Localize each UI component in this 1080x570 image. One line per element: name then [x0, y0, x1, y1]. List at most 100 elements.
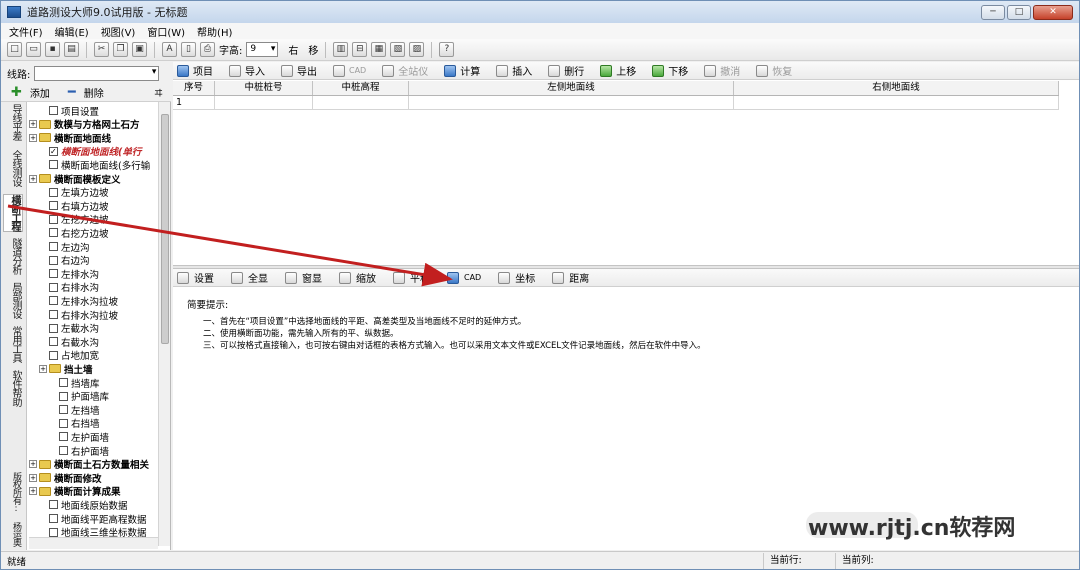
cell-index[interactable]: 1: [173, 96, 215, 109]
move-up-button[interactable]: 上移: [600, 63, 636, 78]
header-right-ground[interactable]: 右侧地面线: [734, 81, 1059, 95]
tree-item[interactable]: 项目设置: [49, 104, 99, 118]
tree-vertical-scrollbar[interactable]: [158, 102, 170, 546]
tree-item[interactable]: + 挡土墙: [39, 362, 93, 376]
tree-item[interactable]: 左边沟: [49, 240, 90, 254]
tree-item[interactable]: + 横断面计算成果: [29, 485, 121, 498]
expand-toggle-icon[interactable]: +: [29, 460, 37, 469]
checkbox-icon[interactable]: [49, 282, 58, 292]
move-down-button[interactable]: 下移: [652, 63, 688, 78]
open-folder-icon[interactable]: ▭: [26, 42, 41, 57]
pan-button[interactable]: 平移: [393, 270, 430, 285]
expand-toggle-icon[interactable]: +: [29, 487, 37, 496]
tree-item[interactable]: 左挖方边坡: [49, 213, 109, 226]
menu-file[interactable]: 文件(F): [9, 24, 43, 39]
vtab-full-line[interactable]: 全线测设: [3, 150, 23, 186]
tree-item[interactable]: 右排水沟拉坡: [49, 308, 118, 322]
project-button[interactable]: 项目: [177, 63, 213, 78]
header-index[interactable]: 序号: [173, 81, 215, 95]
tree-item[interactable]: + 横断面修改: [29, 471, 102, 485]
tree-item[interactable]: 右填方边坡: [49, 199, 109, 213]
tree-item[interactable]: 左护面墙: [59, 430, 109, 444]
paste-icon[interactable]: ▣: [132, 42, 147, 57]
cut-icon[interactable]: ✂: [94, 42, 109, 57]
tree-item[interactable]: 护面墙库: [59, 390, 109, 403]
minimize-button[interactable]: ─: [981, 5, 1005, 20]
save-icon[interactable]: ▪: [45, 42, 60, 57]
total-station-button[interactable]: 全站仪: [382, 63, 428, 78]
checkbox-icon[interactable]: [49, 214, 58, 224]
checkbox-icon[interactable]: [49, 160, 58, 170]
tree-item[interactable]: 横断面地面线(多行输: [49, 158, 150, 172]
tree-item[interactable]: 地面线平距高程数据: [49, 512, 147, 526]
delete-row-button[interactable]: 删行: [548, 63, 584, 78]
checkbox-icon[interactable]: [49, 350, 58, 360]
insert-button[interactable]: 插入: [496, 63, 532, 78]
checkbox-icon[interactable]: [49, 106, 58, 115]
checkbox-icon[interactable]: [59, 405, 68, 415]
vtab-traverse[interactable]: 导线平差: [3, 104, 23, 140]
tree-item[interactable]: 右排水沟: [49, 281, 99, 294]
checkbox-icon[interactable]: [59, 378, 68, 387]
tree-item[interactable]: + 数模与方格网土石方: [29, 118, 140, 131]
page-icon[interactable]: ▯: [181, 42, 196, 57]
tree-item[interactable]: 左填方边坡: [49, 186, 109, 199]
panel-icon[interactable]: ▨: [409, 42, 425, 57]
show-all-button[interactable]: 全显: [231, 270, 268, 285]
checkbox-icon[interactable]: [49, 500, 58, 510]
cell-elevation[interactable]: [313, 96, 409, 109]
tree-item[interactable]: 右边沟: [49, 254, 90, 267]
printer-icon[interactable]: ⎙: [200, 42, 215, 57]
text-icon[interactable]: A: [162, 42, 177, 57]
tree-item[interactable]: 左排水沟拉坡: [49, 294, 118, 308]
tree-item[interactable]: 左排水沟: [49, 267, 99, 281]
pin-icon[interactable]: ヰ: [154, 86, 163, 99]
checkbox-icon[interactable]: [59, 391, 68, 401]
copy-icon[interactable]: ❐: [113, 42, 128, 57]
minus-box-icon[interactable]: ⊟: [352, 42, 368, 57]
settings-button[interactable]: 设置: [177, 270, 214, 285]
checkbox-icon[interactable]: ✓: [49, 146, 58, 156]
expand-toggle-icon[interactable]: +: [29, 133, 37, 142]
align-right-label[interactable]: 右: [288, 42, 298, 57]
cell-left-ground[interactable]: [409, 96, 734, 109]
undo-button[interactable]: 撤消: [704, 63, 740, 78]
checkbox-icon[interactable]: [59, 418, 68, 428]
export-button[interactable]: 导出: [281, 63, 317, 78]
layout-icon[interactable]: ▥: [333, 42, 349, 57]
header-left-ground[interactable]: 左侧地面线: [409, 81, 734, 95]
tree-item[interactable]: 右护面墙: [59, 444, 109, 458]
menu-edit[interactable]: 编辑(E): [55, 24, 89, 39]
font-size-select[interactable]: 9: [246, 42, 279, 57]
checkbox-icon[interactable]: [59, 446, 68, 455]
calculate-button[interactable]: 计算: [444, 63, 480, 78]
close-button[interactable]: ✕: [1033, 5, 1073, 20]
menu-help[interactable]: 帮助(H): [197, 24, 232, 39]
distance-button[interactable]: 距离: [552, 270, 589, 285]
add-button[interactable]: 添加: [30, 85, 50, 100]
add-icon[interactable]: ✚: [11, 85, 22, 100]
line-select[interactable]: [34, 65, 160, 81]
tree-item[interactable]: + 横断面模板定义: [29, 172, 121, 186]
image-icon[interactable]: ▦: [371, 42, 387, 57]
checkbox-icon[interactable]: [49, 201, 58, 211]
vtab-cross-section[interactable]: 横断工程: [3, 194, 23, 232]
cad-view-button[interactable]: CAD: [447, 271, 481, 284]
menu-window[interactable]: 窗口(W): [147, 24, 185, 39]
scroll-thumb[interactable]: [161, 114, 169, 344]
checkbox-icon[interactable]: [49, 269, 58, 279]
tree-item[interactable]: 挡墙库: [59, 376, 100, 390]
tree-item[interactable]: 右挡墙: [59, 417, 100, 430]
coordinate-button[interactable]: 坐标: [498, 270, 535, 285]
expand-toggle-icon[interactable]: +: [29, 174, 37, 183]
vtab-help[interactable]: 软件帮助: [3, 370, 23, 406]
checkbox-icon[interactable]: [49, 296, 58, 306]
move-label[interactable]: 移: [308, 42, 318, 57]
cad-button[interactable]: CAD: [333, 64, 366, 77]
checkbox-icon[interactable]: [49, 242, 58, 251]
checkbox-icon[interactable]: [49, 228, 58, 238]
expand-toggle-icon[interactable]: +: [29, 120, 37, 129]
tree-item[interactable]: 地面线原始数据: [49, 498, 128, 512]
delete-icon[interactable]: ━: [68, 85, 76, 100]
import-button[interactable]: 导入: [229, 63, 265, 78]
